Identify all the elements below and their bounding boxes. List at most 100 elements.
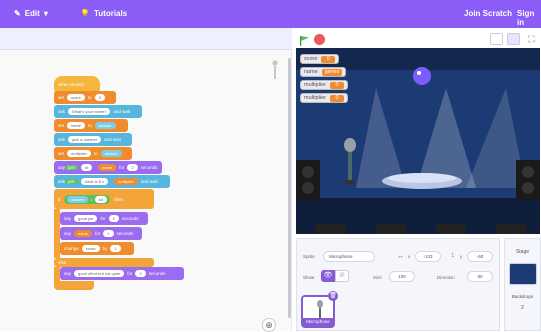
sprite-name-value: Microphone xyxy=(329,254,353,259)
text-input[interactable]: good effort but not quite xyxy=(74,270,125,277)
var-dropdown[interactable]: score xyxy=(81,245,100,252)
backdrops-label: Backdrops xyxy=(511,294,534,299)
sprite-name-input[interactable]: Microphone xyxy=(323,251,375,262)
x-input[interactable]: -133 xyxy=(415,251,441,262)
if-footer xyxy=(54,281,94,290)
value-input[interactable]: 0 xyxy=(94,94,105,101)
fullscreen-icon[interactable]: ⛶ xyxy=(525,33,538,45)
to-label: to xyxy=(88,123,92,128)
ask-number-block[interactable]: ask pick a number and wait xyxy=(54,133,132,146)
join-label: join xyxy=(65,165,79,170)
secs-input[interactable]: 2 xyxy=(108,215,119,222)
backdrop-thumbnail[interactable] xyxy=(509,263,537,285)
set-score-block[interactable]: set score to 0 xyxy=(54,91,116,104)
var-value: james xyxy=(321,68,343,76)
delete-sprite-icon[interactable]: 🗑 xyxy=(328,291,338,301)
var-dropdown[interactable]: multiplier xyxy=(67,150,92,157)
say-good-effort-block[interactable]: say good effort but not quite for 2 seco… xyxy=(60,267,184,280)
var-value: 0 xyxy=(321,55,336,63)
var-value: 0 xyxy=(330,81,345,89)
if-header[interactable]: if answer = 64 then xyxy=(54,189,154,209)
equals-operator[interactable]: answer = 64 xyxy=(64,194,111,204)
var-monitor-multiplier-2: multiplier 0 xyxy=(300,93,349,103)
multiplier-reporter[interactable]: multiplier xyxy=(113,178,138,185)
wait-label: and wait xyxy=(140,179,158,184)
large-stage-icon[interactable] xyxy=(507,33,520,45)
x-arrows-icon: ↔ xyxy=(397,253,404,260)
value-input[interactable]: answer xyxy=(100,150,122,157)
wait-label: and wait xyxy=(113,109,131,114)
small-stage-icon[interactable] xyxy=(490,33,503,45)
var-monitor-multiplier: multiplier 0 xyxy=(300,80,349,90)
say-join-block[interactable]: say join hi name for 2 seconds xyxy=(54,161,162,174)
stage-selector-panel[interactable]: Stage Backdrops 2 xyxy=(504,238,541,331)
change-label: change xyxy=(64,246,79,251)
seconds-label: seconds xyxy=(148,271,166,276)
sprite-info-panel: Sprite Microphone ↔ x -133 ↕ y -60 Show … xyxy=(296,238,500,331)
ask-join-block[interactable]: ask join what is 8 x multiplier and wait xyxy=(54,175,170,188)
set-multiplier-block[interactable]: set multiplier to answer xyxy=(54,147,132,160)
value-input[interactable]: answer xyxy=(94,122,116,129)
ask-label: ask xyxy=(58,109,66,114)
var-dropdown[interactable]: score xyxy=(67,94,85,101)
question-input[interactable]: What's your name? xyxy=(68,108,111,115)
change-score-block[interactable]: change score by 1 xyxy=(60,242,134,255)
sign-in-link[interactable]: Sign in xyxy=(517,9,541,27)
hat-label: when clicked xyxy=(58,81,84,87)
size-input[interactable]: 100 xyxy=(389,271,415,282)
y-label: y xyxy=(460,254,463,259)
y-input[interactable]: -60 xyxy=(467,251,493,262)
green-flag-icon[interactable] xyxy=(298,34,310,46)
set-name-block[interactable]: set name to answer xyxy=(54,119,128,132)
else-label: else xyxy=(58,260,67,265)
question-input[interactable]: pick a number xyxy=(68,136,102,143)
var-name: multiplier xyxy=(304,82,327,88)
code-scrollbar[interactable] xyxy=(288,58,291,318)
join-label: join xyxy=(65,179,79,184)
ask-label: ask xyxy=(58,179,66,184)
secs-input[interactable]: 2 xyxy=(127,164,138,171)
zoom-in-button[interactable]: ⊕ xyxy=(262,318,276,332)
sprite-ghost-icon xyxy=(272,60,278,80)
value-input[interactable]: 64 xyxy=(94,195,108,203)
stop-icon[interactable] xyxy=(314,34,325,45)
ask-name-block[interactable]: ask What's your name? and wait xyxy=(54,105,142,118)
show-visible-button[interactable]: 👁 xyxy=(321,270,335,282)
say-label: say xyxy=(64,231,72,236)
direction-input[interactable]: 90 xyxy=(467,271,493,282)
tutorials-menu[interactable]: 💡 Tutorials xyxy=(80,9,127,18)
lightbulb-icon: 💡 xyxy=(80,9,90,18)
backdrops-count: 2 xyxy=(521,305,524,311)
var-value: 0 xyxy=(330,94,345,102)
value-input[interactable]: 1 xyxy=(110,245,121,252)
say-label: say xyxy=(58,165,66,170)
answer-reporter[interactable]: answer xyxy=(67,195,89,203)
name-reporter[interactable]: name xyxy=(74,230,93,237)
stage-title: Stage xyxy=(515,249,530,255)
say-name-block[interactable]: say name for 1 seconds xyxy=(60,227,142,240)
text-input[interactable]: good job xyxy=(74,215,98,222)
var-monitor-name: name james xyxy=(300,67,347,77)
seconds-label: seconds xyxy=(140,165,158,170)
x-label: x xyxy=(408,254,411,259)
show-hidden-button[interactable]: ⊘ xyxy=(335,270,349,282)
stage[interactable]: score 0 name james multiplier 0 multipli… xyxy=(296,48,540,234)
join-scratch-link[interactable]: Join Scratch xyxy=(464,9,512,18)
caret-down-icon: ▾ xyxy=(43,9,48,18)
when-flag-clicked-block[interactable]: when clicked xyxy=(54,76,100,92)
code-area-header xyxy=(0,28,292,50)
for-label: for xyxy=(119,165,125,170)
name-reporter[interactable]: name xyxy=(98,164,117,171)
text-input[interactable]: hi xyxy=(81,164,93,171)
microphone-sprite[interactable] xyxy=(340,138,360,188)
text-input[interactable]: what is 8 x xyxy=(81,178,108,185)
secs-input[interactable]: 2 xyxy=(135,270,146,277)
tutorials-label: Tutorials xyxy=(93,9,128,18)
secs-input[interactable]: 1 xyxy=(103,230,114,237)
var-dropdown[interactable]: name xyxy=(67,122,86,129)
say-good-job-block[interactable]: say good job for 2 seconds xyxy=(60,212,148,225)
seconds-label: seconds xyxy=(116,231,134,236)
size-value: 100 xyxy=(398,274,406,279)
edit-menu[interactable]: ✎ Edit ▾ xyxy=(14,9,48,18)
then-label: then xyxy=(114,196,124,202)
